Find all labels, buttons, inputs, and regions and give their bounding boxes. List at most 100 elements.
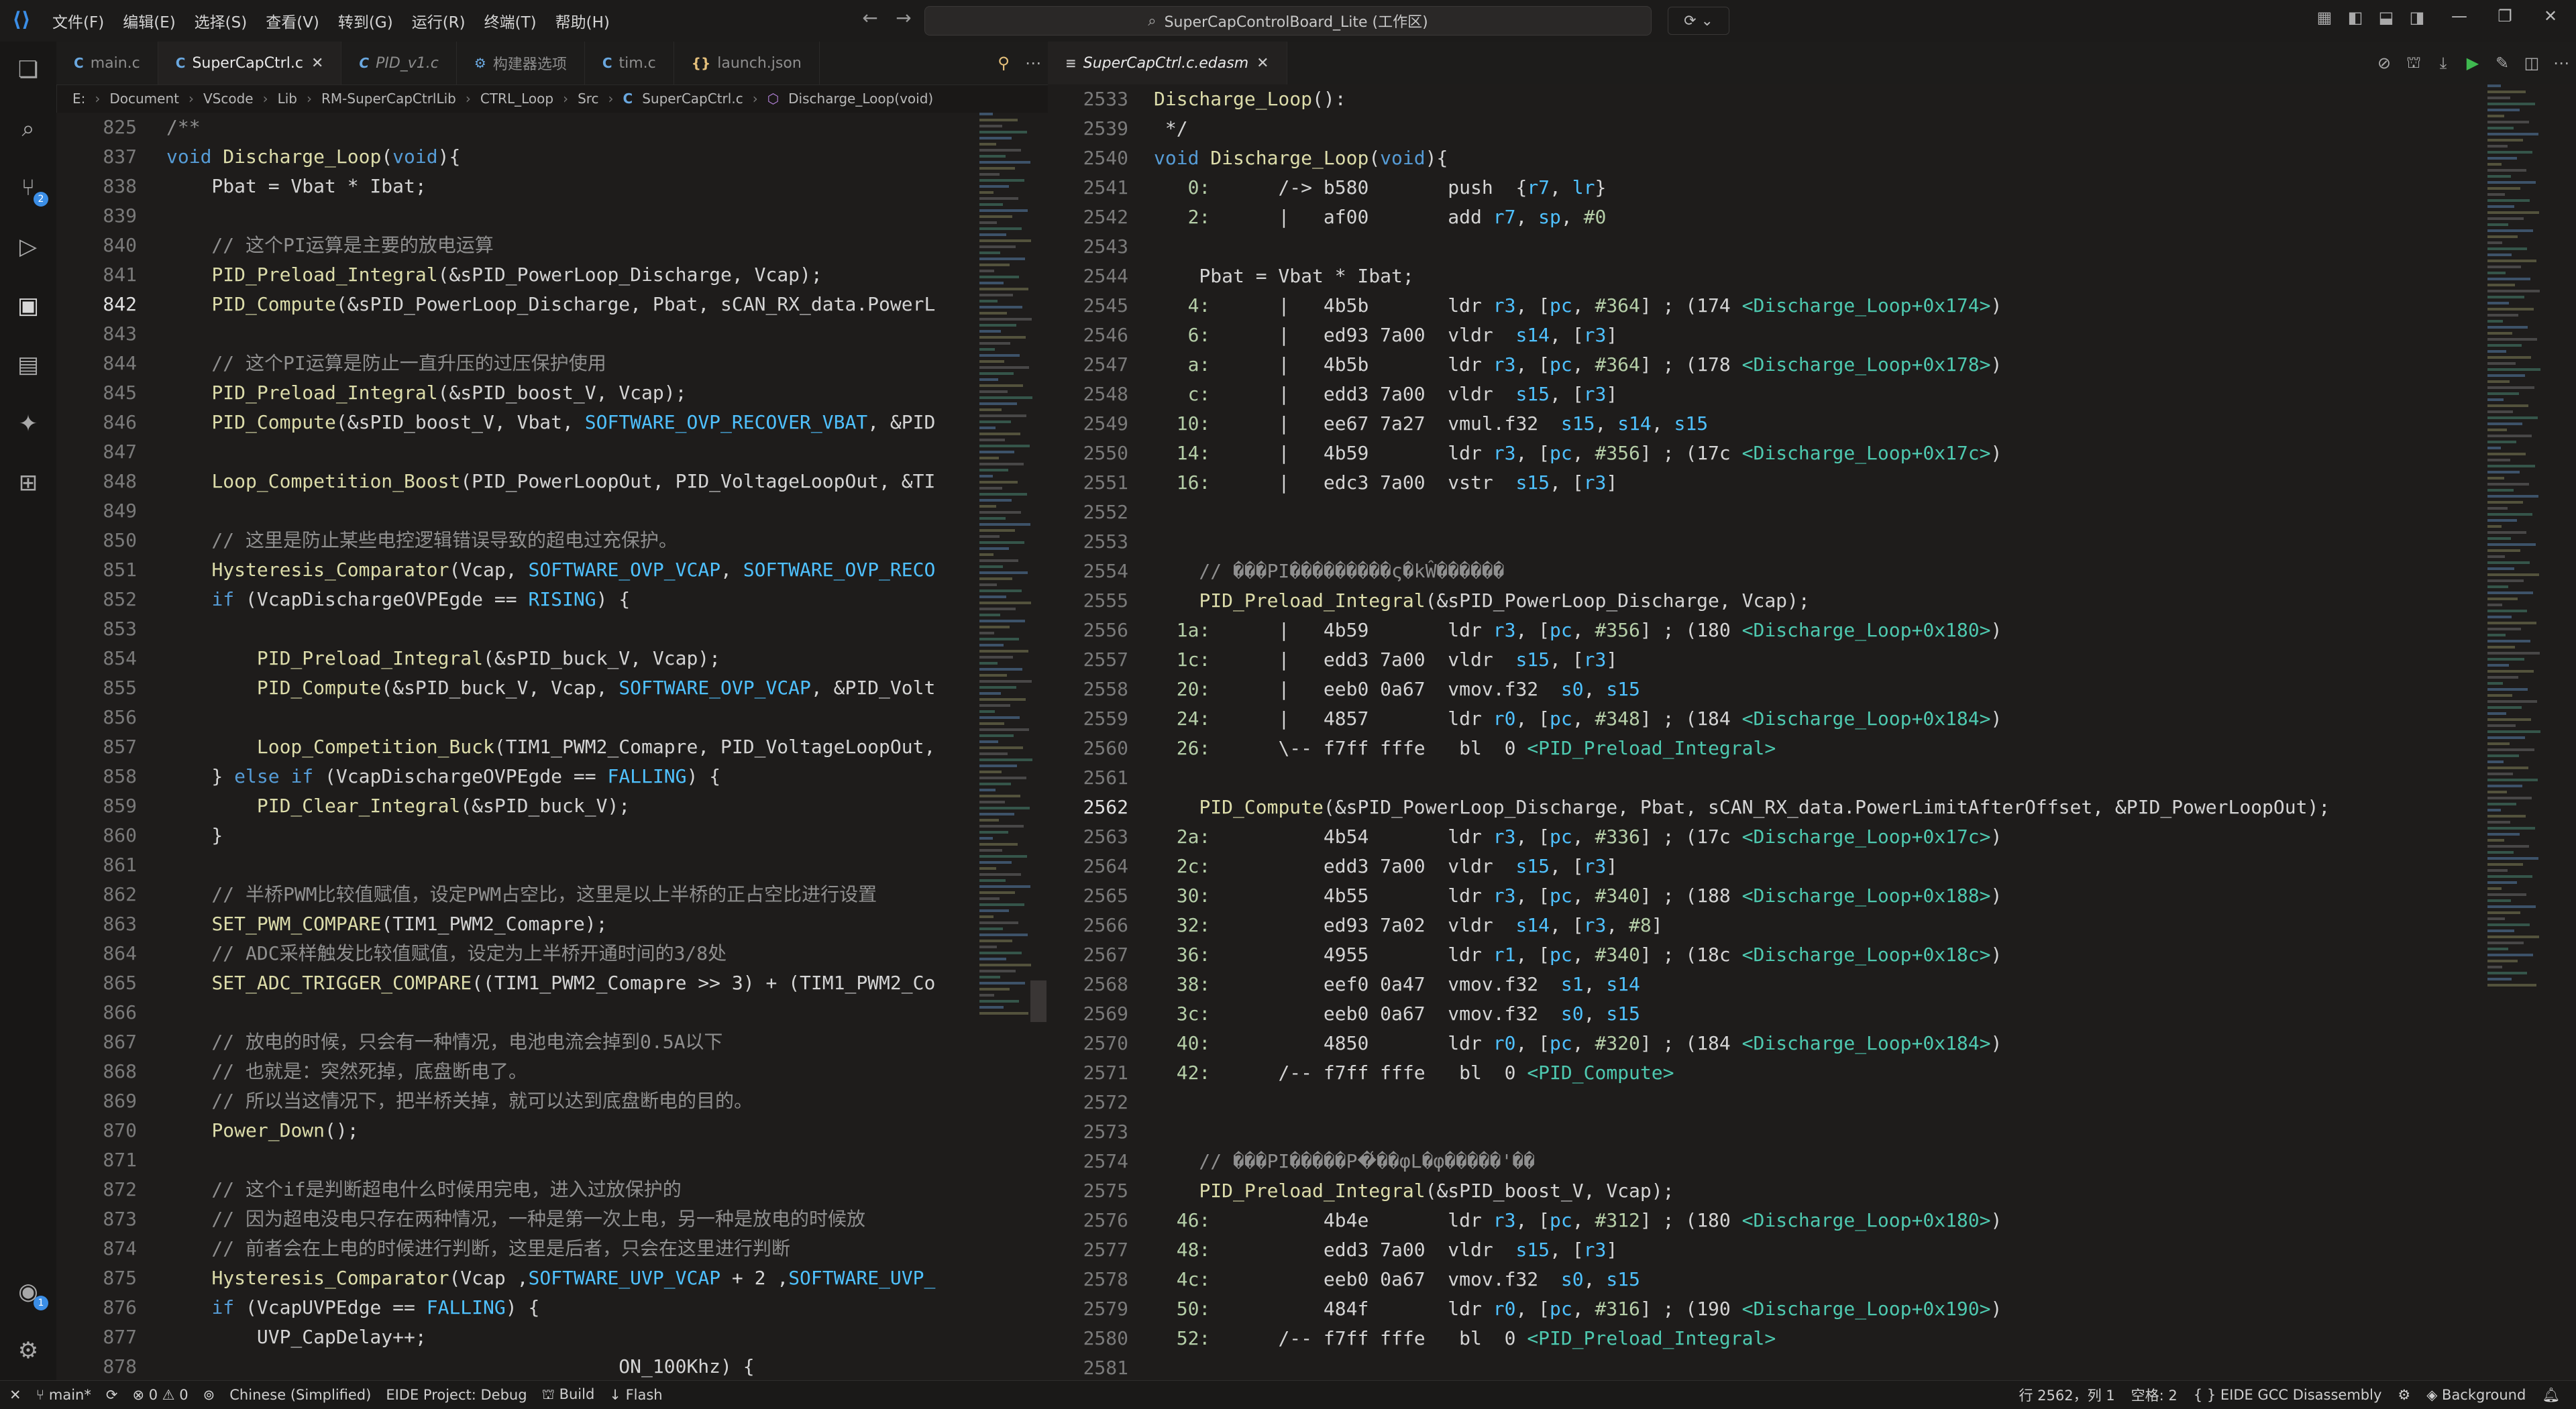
- build-item[interactable]: ⛫ Build: [542, 1386, 595, 1404]
- code-line[interactable]: 2553: [1048, 527, 2576, 557]
- tab-supercapctrl-edasm[interactable]: ≡SuperCapCtrl.c.edasm✕: [1048, 42, 1287, 84]
- code-line[interactable]: 850 // 这里是防止某些电控逻辑错误导致的超电过充保护。: [56, 526, 1048, 555]
- code-line[interactable]: 2565 30: 4b55 ldr r3, [pc, #340] ; (188 …: [1048, 881, 2576, 911]
- code-line[interactable]: 2561: [1048, 763, 2576, 793]
- code-line[interactable]: 864 // ADC采样触发比较值赋值，设定为上半桥开通时间的3/8处: [56, 939, 1048, 968]
- breadcrumb-item[interactable]: VScode: [203, 91, 254, 107]
- left-minimap[interactable]: [975, 113, 1042, 1380]
- code-line[interactable]: 848 Loop_Competition_Boost(PID_PowerLoop…: [56, 467, 1048, 496]
- explorer-icon[interactable]: ❏: [12, 54, 44, 86]
- cursor-position[interactable]: 行 2562，列 1: [2019, 1385, 2115, 1405]
- close-tab-icon[interactable]: ✕: [311, 55, 323, 72]
- right-disassembly-editor[interactable]: 2533Discharge_Loop():2539 */2540void Dis…: [1048, 84, 2576, 1380]
- code-line[interactable]: 2554 // ���PI���������ς�kŴ������: [1048, 557, 2576, 586]
- menu-go[interactable]: 转到(G): [338, 9, 393, 32]
- menu-view[interactable]: 查看(V): [266, 9, 319, 32]
- left-code-editor[interactable]: 825/**837void Discharge_Loop(void){838 P…: [56, 113, 1048, 1380]
- source-control-icon[interactable]: ⑂2: [12, 172, 44, 204]
- branch-item[interactable]: ⑂ main*: [36, 1387, 91, 1403]
- code-line[interactable]: 844 // 这个PI运算是防止一直升压的过压保护使用: [56, 349, 1048, 378]
- code-line[interactable]: 858 } else if (VcapDischargeOVPEgde == F…: [56, 762, 1048, 791]
- remote-icon[interactable]: ✕: [9, 1387, 21, 1403]
- code-line[interactable]: 875 Hysteresis_Comparator(Vcap ,SOFTWARE…: [56, 1263, 1048, 1293]
- toggle-sidebar-icon[interactable]: ◧: [2340, 8, 2371, 32]
- code-line[interactable]: 846 PID_Compute(&sPID_boost_V, Vbat, SOF…: [56, 408, 1048, 437]
- code-line[interactable]: 2570 40: 4850 ldr r0, [pc, #320] ; (184 …: [1048, 1029, 2576, 1058]
- extensions-icon[interactable]: ⊞: [12, 467, 44, 499]
- code-line[interactable]: 2540void Discharge_Loop(void){: [1048, 144, 2576, 173]
- code-line[interactable]: 2576 46: 4b4e ldr r3, [pc, #312] ; (180 …: [1048, 1206, 2576, 1235]
- code-line[interactable]: 865 SET_ADC_TRIGGER_COMPARE((TIM1_PWM2_C…: [56, 968, 1048, 998]
- breadcrumb-item[interactable]: E:: [72, 91, 85, 107]
- code-line[interactable]: 2546 6: | ed93 7a00 vldr s14, [r3]: [1048, 321, 2576, 350]
- code-line[interactable]: 2549 10: | ee67 7a27 vmul.f32 s15, s14, …: [1048, 409, 2576, 439]
- code-line[interactable]: 2541 0: /-> b580 push {r7, lr}: [1048, 173, 2576, 203]
- code-line[interactable]: 2533Discharge_Loop():: [1048, 84, 2576, 114]
- breadcrumb-item[interactable]: RM-SuperCapCtrlLib: [321, 91, 456, 107]
- disable-breakpoints-icon[interactable]: ⊘: [2369, 54, 2399, 72]
- code-line[interactable]: 838 Pbat = Vbat * Ibat;: [56, 172, 1048, 201]
- debug-icon[interactable]: ✎: [2487, 54, 2517, 72]
- menu-selection[interactable]: 选择(S): [195, 9, 248, 32]
- code-line[interactable]: 2559 24: | 4857 ldr r0, [pc, #348] ; (18…: [1048, 704, 2576, 734]
- code-line[interactable]: 840 // 这个PI运算是主要的放电运算: [56, 231, 1048, 260]
- menu-help[interactable]: 帮助(H): [555, 9, 610, 32]
- code-line[interactable]: 878 ON_100Khz) {: [56, 1352, 1048, 1380]
- code-line[interactable]: 866: [56, 998, 1048, 1027]
- download-flash-icon[interactable]: ⤓: [2428, 54, 2458, 72]
- close-window-icon[interactable]: ✕: [2528, 7, 2573, 34]
- code-line[interactable]: 2572: [1048, 1088, 2576, 1117]
- breadcrumb-item[interactable]: Src: [578, 91, 598, 107]
- code-line[interactable]: 849: [56, 496, 1048, 526]
- code-line[interactable]: 863 SET_PWM_COMPARE(TIM1_PWM2_Comapre);: [56, 909, 1048, 939]
- restore-icon[interactable]: ❐: [2482, 7, 2528, 34]
- code-line[interactable]: 2564 2c: edd3 7a00 vldr s15, [r3]: [1048, 852, 2576, 881]
- tab-supercapctrl-c[interactable]: CSuperCapCtrl.c✕: [158, 42, 342, 84]
- more-actions-icon[interactable]: ⋯: [1018, 54, 1048, 72]
- code-line[interactable]: 2568 38: eef0 0a47 vmov.f32 s1, s14: [1048, 970, 2576, 999]
- code-line[interactable]: 877 UVP_CapDelay++;: [56, 1322, 1048, 1352]
- code-line[interactable]: 825/**: [56, 113, 1048, 142]
- code-line[interactable]: 2579 50: 484f ldr r0, [pc, #316] ; (190 …: [1048, 1294, 2576, 1324]
- code-line[interactable]: 2550 14: | 4b59 ldr r3, [pc, #356] ; (17…: [1048, 439, 2576, 468]
- code-line[interactable]: 869 // 所以当这情况下，把半桥关掉，就可以达到底盘断电的目的。: [56, 1086, 1048, 1116]
- code-line[interactable]: 2551 16: | edc3 7a00 vstr s15, [r3]: [1048, 468, 2576, 498]
- code-line[interactable]: 2569 3c: eeb0 0a67 vmov.f32 s0, s15: [1048, 999, 2576, 1029]
- tab-builder-options[interactable]: ⚙构建器选项: [457, 42, 585, 84]
- code-line[interactable]: 2556 1a: | 4b59 ldr r3, [pc, #356] ; (18…: [1048, 616, 2576, 645]
- code-line[interactable]: 2573: [1048, 1117, 2576, 1147]
- code-line[interactable]: 841 PID_Preload_Integral(&sPID_PowerLoop…: [56, 260, 1048, 290]
- code-line[interactable]: 843: [56, 319, 1048, 349]
- toggle-secondary-sidebar-icon[interactable]: ◨: [2402, 8, 2432, 32]
- problems-indicator[interactable]: ⊗ 0 ⚠ 0: [132, 1387, 188, 1403]
- forward-arrow-icon[interactable]: →: [887, 7, 920, 29]
- customize-layout-icon[interactable]: ▦: [2309, 8, 2340, 32]
- code-line[interactable]: 859 PID_Clear_Integral(&sPID_buck_V);: [56, 791, 1048, 821]
- code-line[interactable]: 874 // 前者会在上电的时候进行判断，这里是后者，只会在这里进行判断: [56, 1234, 1048, 1263]
- eide-chip-icon[interactable]: ▣: [12, 290, 44, 322]
- back-arrow-icon[interactable]: ←: [853, 7, 887, 29]
- code-line[interactable]: 872 // 这个if是判断超电什么时候用完电，进入过放保护的: [56, 1175, 1048, 1204]
- code-line[interactable]: 852 if (VcapDischargeOVPEgde == RISING) …: [56, 585, 1048, 614]
- gear-icon[interactable]: ⚙: [2398, 1387, 2410, 1403]
- broadcast-icon[interactable]: ⊚: [203, 1387, 215, 1403]
- code-line[interactable]: 2580 52: /-- f7ff fffe bl 0 <PID_Preload…: [1048, 1324, 2576, 1353]
- code-line[interactable]: 847: [56, 437, 1048, 467]
- code-line[interactable]: 867 // 放电的时候，只会有一种情况，电池电流会掉到0.5A以下: [56, 1027, 1048, 1057]
- code-line[interactable]: 2563 2a: 4b54 ldr r3, [pc, #336] ; (17c …: [1048, 822, 2576, 852]
- code-line[interactable]: 2562 PID_Compute(&sPID_PowerLoop_Dischar…: [1048, 793, 2576, 822]
- menu-run[interactable]: 运行(R): [412, 9, 466, 32]
- code-line[interactable]: 2545 4: | 4b5b ldr r3, [pc, #364] ; (174…: [1048, 291, 2576, 321]
- build-icon[interactable]: ⛫: [2399, 53, 2428, 74]
- copilot-button[interactable]: ⟳ ⌄: [1668, 7, 1729, 35]
- run-play-icon[interactable]: ▶: [2458, 54, 2487, 72]
- code-line[interactable]: 862 // 半桥PWM比较值赋值，设定PWM占空比，这里是以上半桥的正占空比进…: [56, 880, 1048, 909]
- breadcrumb-item[interactable]: Lib: [278, 91, 297, 107]
- menu-terminal[interactable]: 终端(T): [484, 9, 537, 32]
- left-scrollbar-thumb[interactable]: [1030, 980, 1046, 1022]
- code-line[interactable]: 2575 PID_Preload_Integral(&sPID_boost_V,…: [1048, 1176, 2576, 1206]
- code-line[interactable]: 2544 Pbat = Vbat * Ibat;: [1048, 262, 2576, 291]
- tab-tim-c[interactable]: Ctim.c: [585, 42, 674, 84]
- code-line[interactable]: 842 PID_Compute(&sPID_PowerLoop_Discharg…: [56, 290, 1048, 319]
- pin-icon[interactable]: ⚲: [989, 54, 1018, 72]
